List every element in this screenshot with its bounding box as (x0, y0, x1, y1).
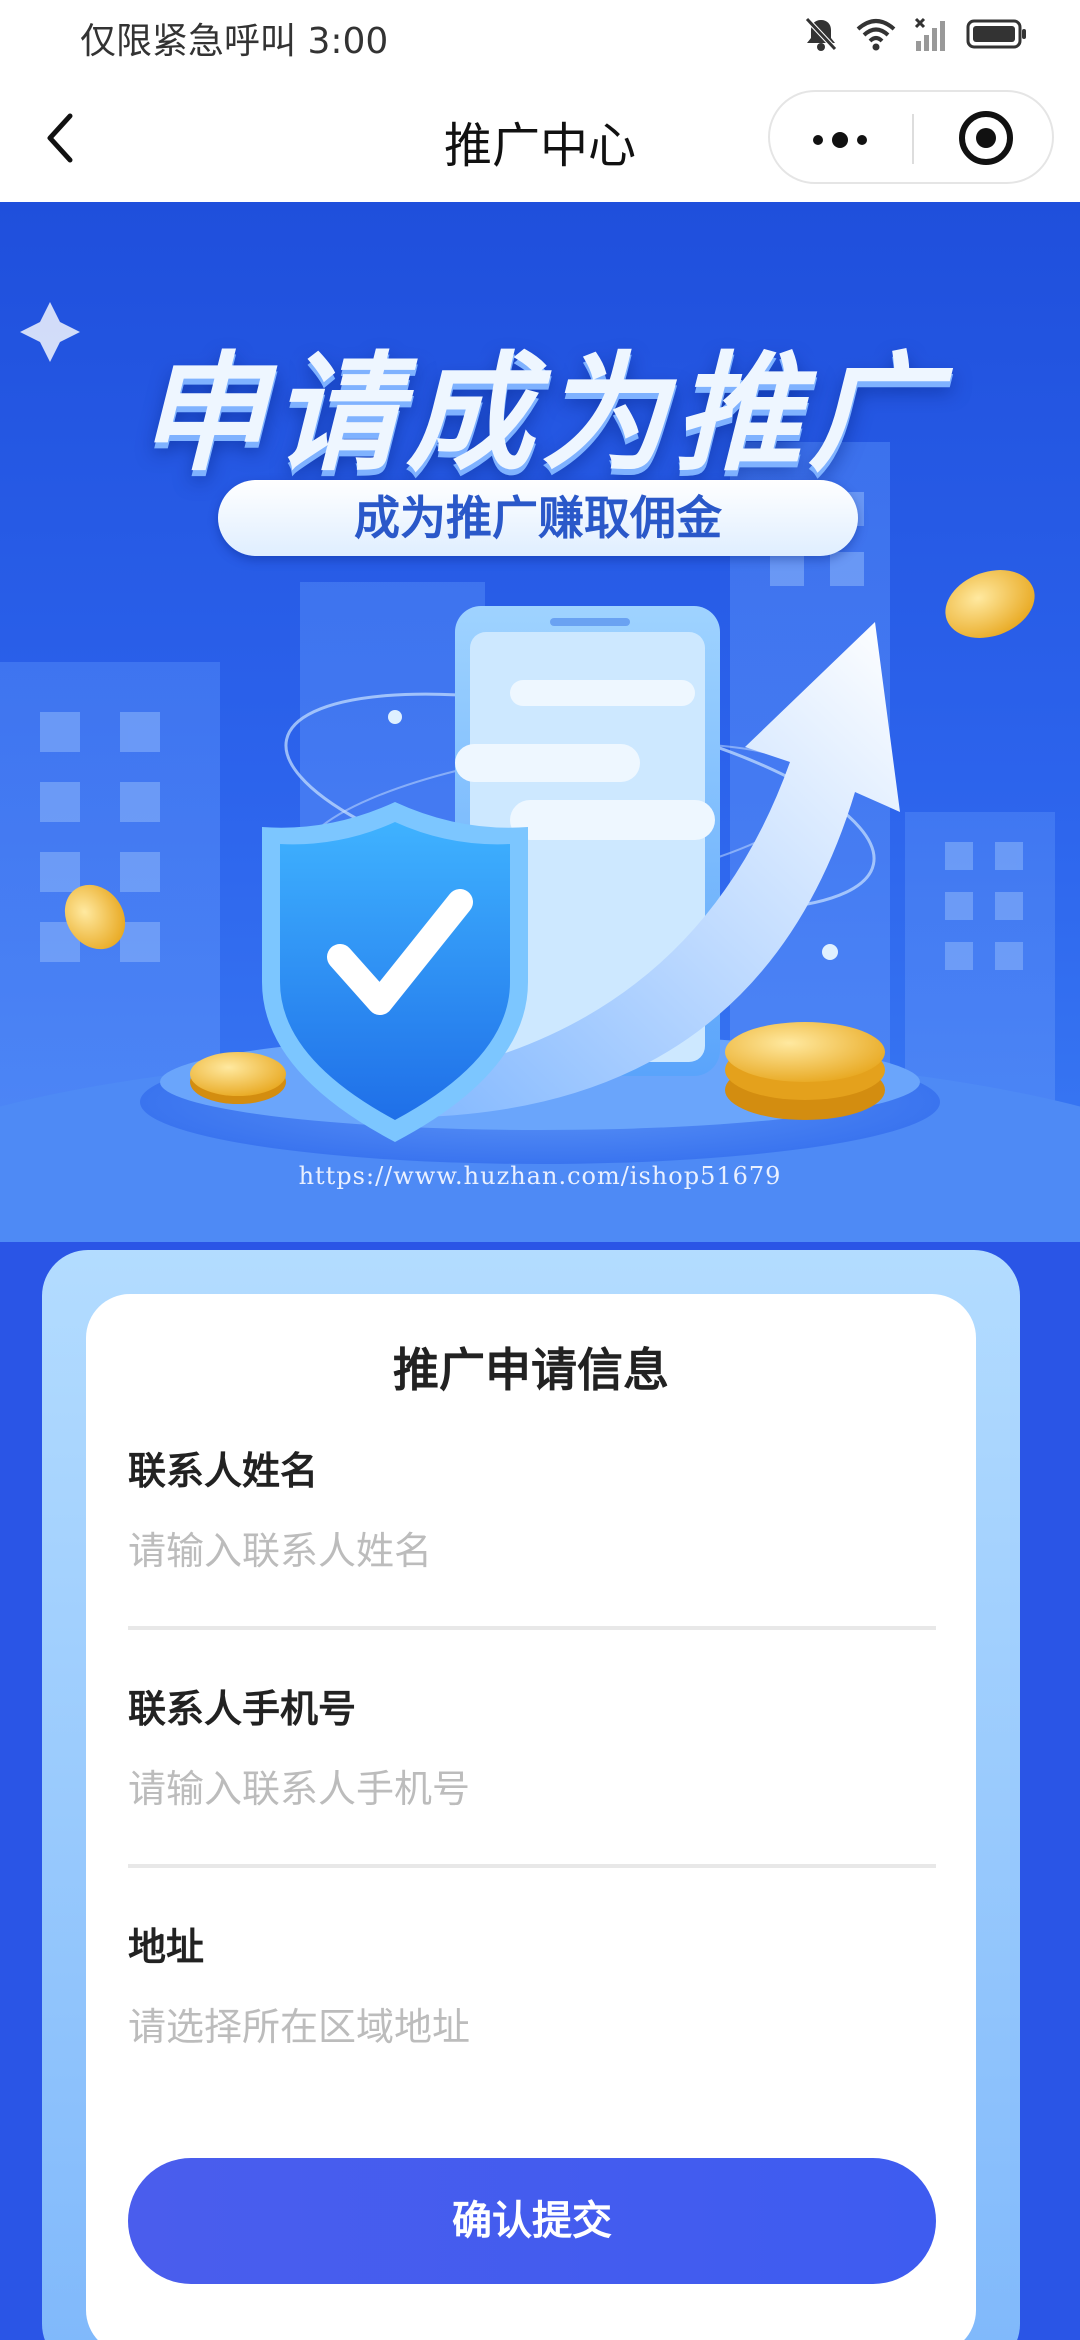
application-form-card: 推广申请信息 联系人姓名 联系人手机号 地址 确认提交 (86, 1294, 976, 2340)
status-icons (804, 16, 1028, 52)
contact-phone-input[interactable] (128, 1754, 936, 1824)
banner-subtitle: 成为推广赚取佣金 (218, 480, 858, 556)
contact-phone-label: 联系人手机号 (128, 1687, 357, 1731)
status-bar: 仅限紧急呼叫 3:00 (0, 0, 1080, 72)
more-icon[interactable] (810, 132, 870, 148)
banner-title: 申请成为推广 (137, 340, 942, 489)
capsule-divider (912, 114, 914, 164)
wifi-icon (856, 19, 896, 51)
contact-name-label: 联系人姓名 (128, 1449, 319, 1493)
field-divider (128, 1626, 936, 1630)
promotion-banner: 申请成为推广 成为推广赚取佣金 https://www.huzhan.com/i… (0, 202, 1080, 1242)
carrier-text: 仅限紧急呼叫 (80, 21, 297, 62)
address-label: 地址 (128, 1925, 205, 1969)
address-picker[interactable] (128, 1992, 936, 2062)
navigation-bar: 推广中心 (0, 72, 1080, 202)
field-divider (128, 1864, 936, 1868)
status-time: 3:00 (307, 21, 389, 62)
submit-button[interactable]: 确认提交 (128, 2158, 936, 2284)
form-title: 推广申请信息 (393, 1343, 669, 1397)
status-carrier: 仅限紧急呼叫 3:00 (80, 12, 388, 64)
battery-icon (966, 19, 1026, 49)
signal-icon (914, 17, 945, 51)
mute-icon (805, 17, 837, 51)
miniprogram-capsule (768, 90, 1054, 184)
target-icon[interactable] (958, 110, 1014, 166)
contact-name-input[interactable] (128, 1516, 936, 1586)
watermark-text: https://www.huzhan.com/ishop51679 (298, 1162, 782, 1190)
